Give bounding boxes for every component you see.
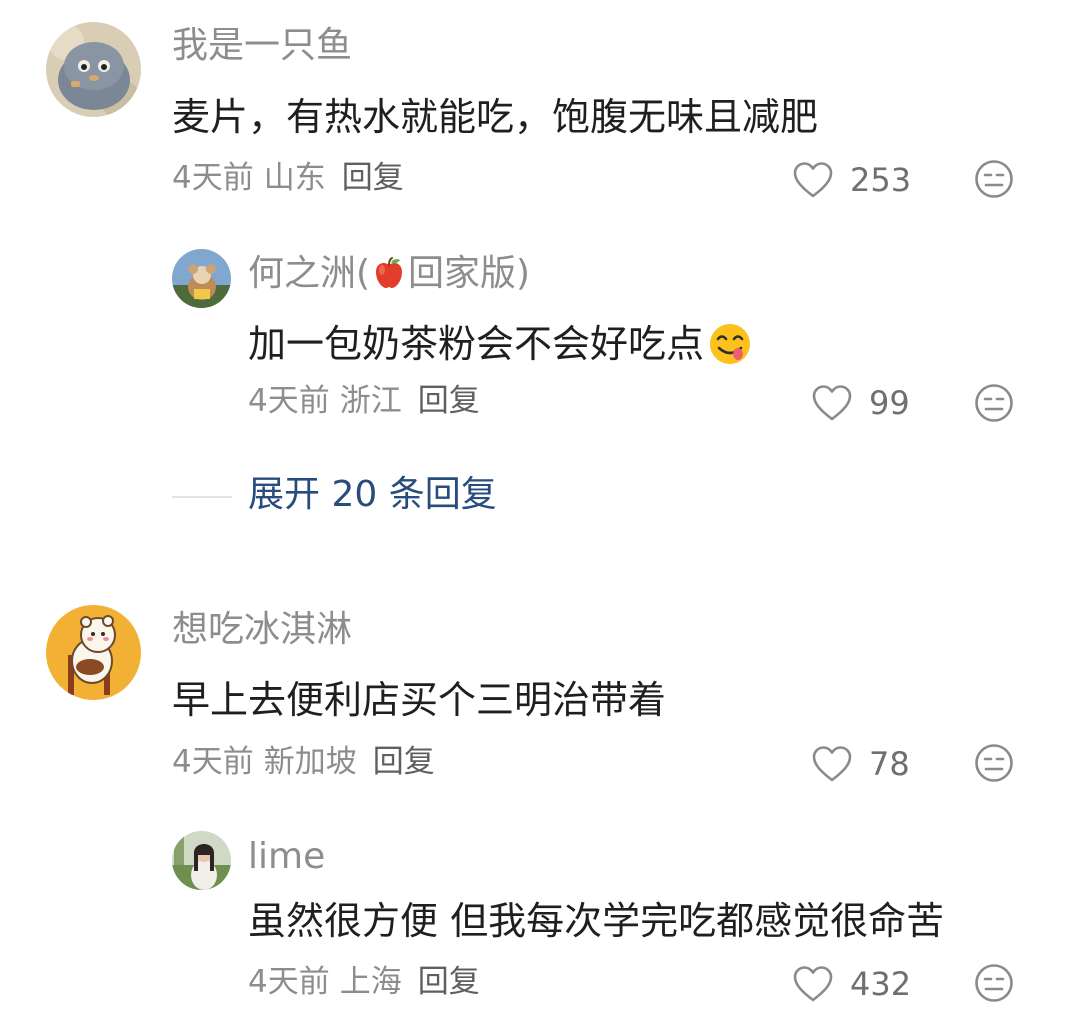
comment-meta: 4天前 山东 回复 [172,163,404,194]
comment-text: 早上去便利店买个三明治带着 [172,678,667,722]
comment-username[interactable]: 我是一只鱼 [172,28,352,64]
yum-face-emoji-icon [710,324,751,364]
reply-username[interactable]: 何之洲( 回家版) [248,256,530,292]
meh-face-icon [975,384,1013,422]
comment-location: 新加坡 [263,744,357,780]
expand-replies-button[interactable]: 展开 20 条回复 [248,477,497,513]
fuzzy-blob-avatar-icon [46,22,141,117]
dislike-button[interactable] [974,383,1014,423]
dislike-button[interactable] [974,159,1014,199]
heart-icon [812,385,852,421]
comment-text: 麦片，有热水就能吃，饱腹无味且减肥 [172,95,819,139]
reply-button[interactable]: 回复 [373,744,435,780]
like-count: 78 [869,745,910,783]
meh-face-icon [975,964,1013,1002]
avatar[interactable] [46,605,141,700]
avatar[interactable] [46,22,141,117]
like-count: 432 [850,965,912,1003]
comment-meta: 4天前 新加坡 回复 [172,747,435,778]
like-count: 253 [850,161,912,199]
expand-divider [172,496,232,498]
heart-icon [793,162,833,198]
photo-avatar-icon [172,831,231,890]
avatar[interactable] [172,831,231,890]
comment-location: 山东 [263,160,326,196]
reply-meta: 4天前 上海 回复 [248,967,480,998]
heart-icon [812,746,852,782]
comment-time: 4天前 [172,744,254,780]
dislike-button[interactable] [974,963,1014,1003]
like-count: 99 [869,384,910,422]
like-button[interactable]: 99 [811,380,910,426]
cartoon-bear-avatar-icon [46,605,141,700]
comment-username[interactable]: 想吃冰淇淋 [172,612,352,648]
reply-button[interactable]: 回复 [418,964,480,1000]
reply-button[interactable]: 回复 [342,160,404,196]
reply-location: 浙江 [339,383,402,419]
comment-time: 4天前 [172,160,254,196]
photo-avatar-icon [172,249,231,308]
like-button[interactable]: 78 [811,741,910,787]
reply-text: 虽然很方便 但我每次学完吃都感觉很命苦 [248,899,945,943]
reply-button[interactable]: 回复 [418,383,480,419]
meh-face-icon [975,160,1013,198]
reply-username[interactable]: lime [248,839,325,875]
reply-time: 4天前 [248,383,330,419]
meh-face-icon [975,744,1013,782]
like-button[interactable]: 432 [792,961,911,1007]
reply-meta: 4天前 浙江 回复 [248,386,480,417]
reply-location: 上海 [339,964,402,1000]
heart-icon [793,966,833,1002]
avatar[interactable] [172,249,231,308]
reply-text: 加一包奶茶粉会不会好吃点 [248,322,752,366]
red-apple-emoji-icon [376,257,403,288]
reply-time: 4天前 [248,964,330,1000]
like-button[interactable]: 253 [792,157,911,203]
dislike-button[interactable] [974,743,1014,783]
